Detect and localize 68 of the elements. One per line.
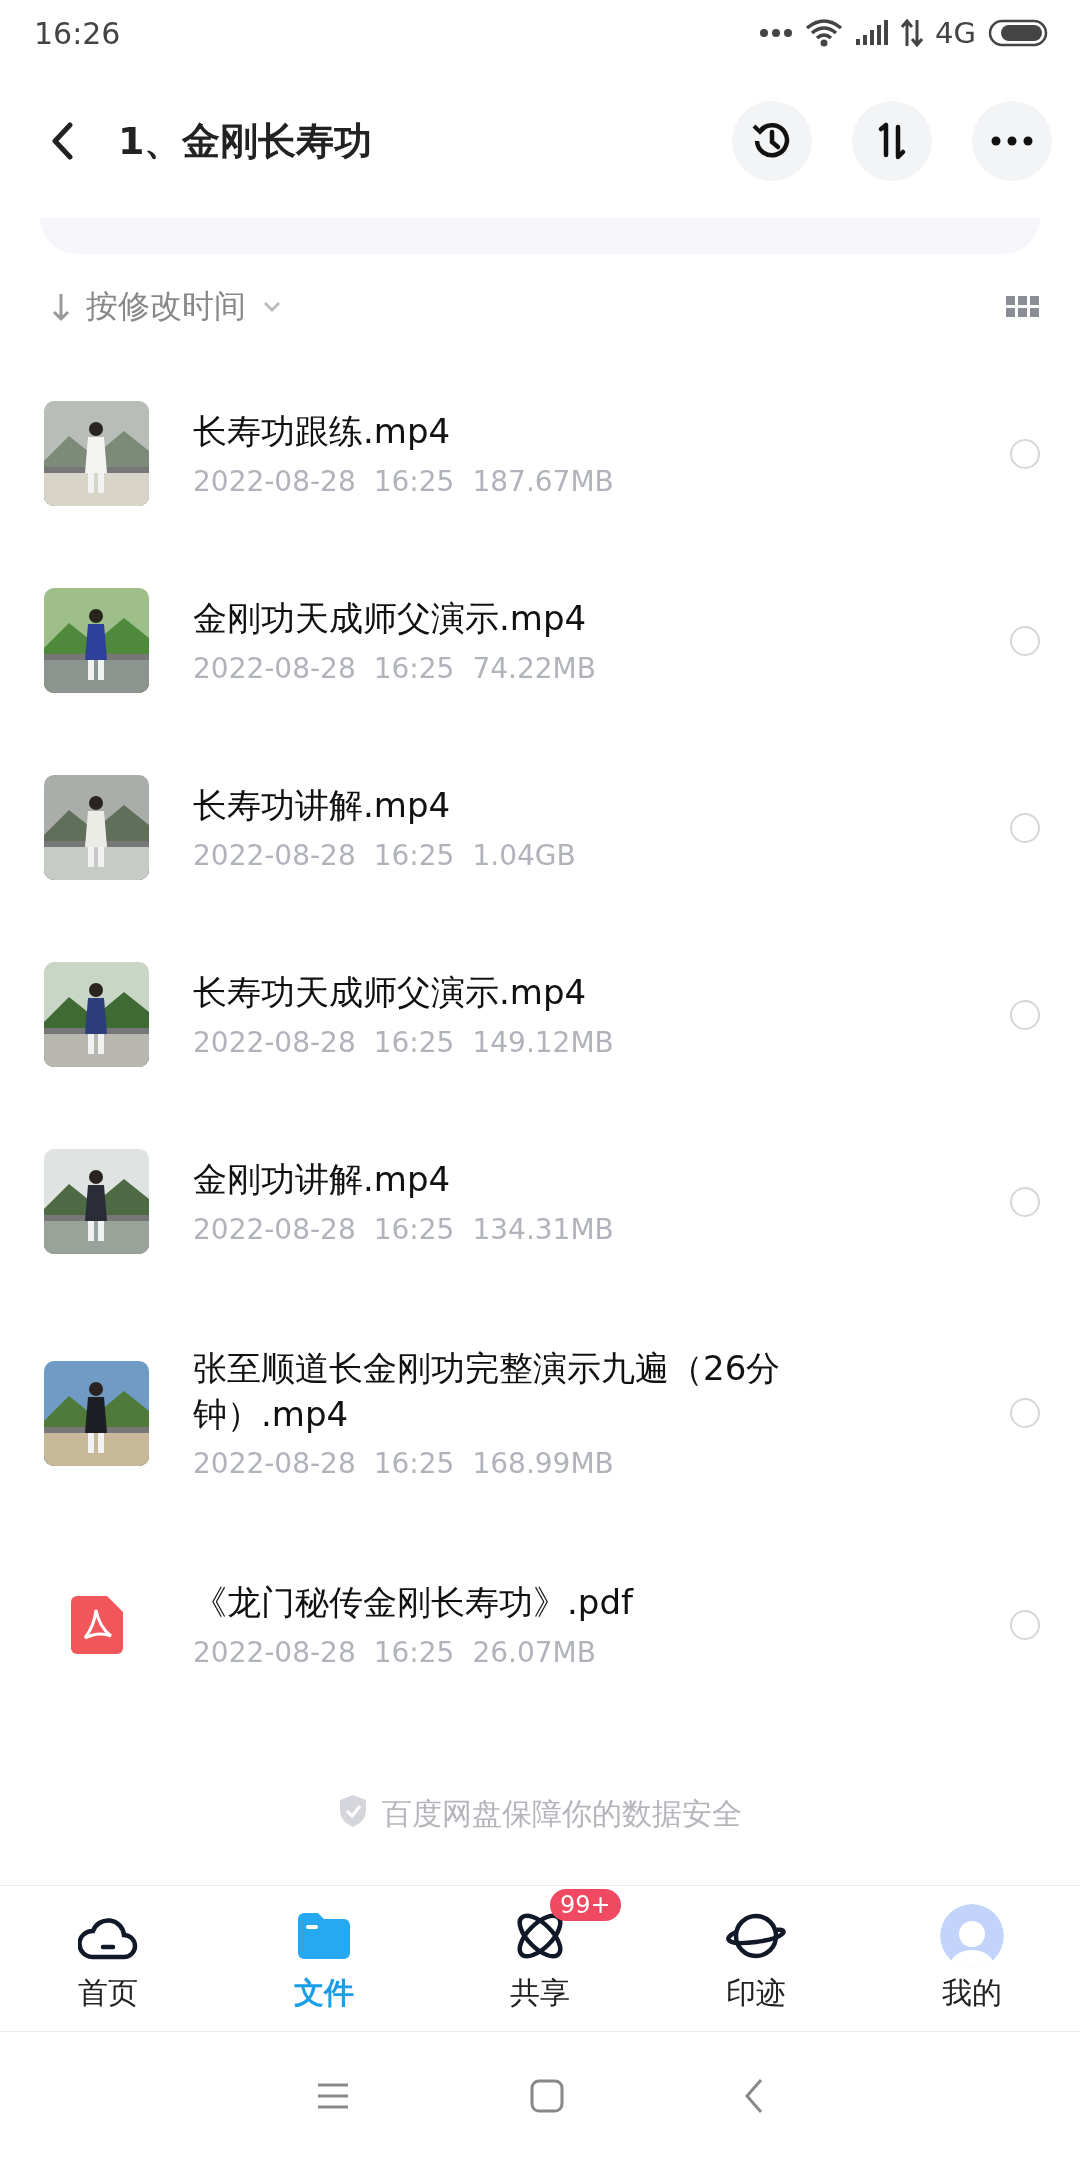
battery-icon [988,19,1050,47]
file-row[interactable]: 长寿功天成师父演示.mp4 2022-08-28 16:25 149.12MB [0,921,1080,1108]
more-icon [759,28,794,38]
file-row[interactable]: 张至顺道长金刚功完整演示九遍（26分钟）.mp4 2022-08-28 16:25 168.99MB [0,1295,1080,1531]
file-name: 金刚功天成师父演示.mp4 [193,597,588,641]
file-time: 16:25 [373,651,455,685]
file-size: 168.99MB [472,1447,614,1481]
file-name: 张至顺道长金刚功完整演示九遍（26分钟）.mp4 [193,1346,782,1436]
nav-tab[interactable]: 印迹 [648,1886,864,2031]
more-icon [990,136,1034,146]
status-time: 16:26 [34,15,121,51]
file-size: 74.22MB [472,651,596,685]
file-name: 长寿功天成师父演示.mp4 [193,971,588,1015]
arrow-down-icon [52,292,70,322]
file-date: 2022-08-28 [193,464,356,498]
nav-tab[interactable]: 首页 [0,1886,216,2031]
home-icon[interactable] [530,2079,564,2113]
select-radio[interactable] [1010,625,1040,656]
nav-tab[interactable]: 99+ 共享 [432,1886,648,2031]
notification-badge: 99+ [550,1889,621,1921]
file-time: 16:25 [373,1025,455,1059]
file-size: 187.67MB [472,464,614,498]
back-icon[interactable] [50,122,74,160]
file-time: 16:25 [373,1635,455,1669]
file-row[interactable]: 金刚功讲解.mp4 2022-08-28 16:25 134.31MB [0,1108,1080,1295]
file-row[interactable]: 金刚功天成师父演示.mp4 2022-08-28 16:25 74.22MB [0,547,1080,734]
file-date: 2022-08-28 [193,838,356,872]
grid-view-icon[interactable] [1006,296,1040,318]
shield-icon [338,1794,368,1828]
folder-icon [296,1911,352,1961]
file-date: 2022-08-28 [193,1447,356,1481]
file-time: 16:25 [373,1212,455,1246]
file-row[interactable]: 长寿功讲解.mp4 2022-08-28 16:25 1.04GB [0,734,1080,921]
select-radio[interactable] [1010,1398,1040,1428]
pdf-icon [70,1595,123,1654]
select-radio[interactable] [1010,1609,1040,1640]
file-size: 134.31MB [472,1212,614,1246]
file-size: 1.04GB [472,838,576,872]
nav-tab[interactable]: 我的 [864,1886,1080,2031]
select-radio[interactable] [1010,438,1040,469]
file-name: 《龙门秘传金刚长寿功》.pdf [193,1581,635,1625]
file-date: 2022-08-28 [193,1025,356,1059]
folder-title: 1、金刚长寿功 [118,117,374,165]
caret-icon [262,301,282,313]
select-radio[interactable] [1010,1186,1040,1217]
file-name: 长寿功讲解.mp4 [193,784,452,828]
file-time: 16:25 [373,464,455,498]
select-radio[interactable] [1010,999,1040,1030]
avatar-icon [940,1904,1004,1968]
file-name: 金刚功讲解.mp4 [193,1158,452,1202]
data-arrows-icon [901,19,924,47]
menu-icon[interactable] [316,2082,350,2110]
file-row[interactable]: 长寿功跟练.mp4 2022-08-28 16:25 187.67MB [0,360,1080,547]
file-time: 16:25 [373,838,455,872]
file-size: 149.12MB [472,1025,614,1059]
network-type: 4G [935,16,976,50]
select-radio[interactable] [1010,812,1040,843]
sort-dropdown[interactable]: 按修改时间 [52,285,282,329]
file-time: 16:25 [373,1447,455,1481]
security-note: 百度网盘保障你的数据安全 [382,1795,742,1833]
file-date: 2022-08-28 [193,651,356,685]
file-date: 2022-08-28 [193,1635,356,1669]
signal-icon [855,20,890,46]
file-size: 26.07MB [472,1635,596,1669]
wifi-icon [805,18,844,48]
file-date: 2022-08-28 [193,1212,356,1246]
file-name: 长寿功跟练.mp4 [193,410,452,454]
file-row[interactable]: 《龙门秘传金刚长寿功》.pdf 2022-08-28 16:25 26.07MB [0,1531,1080,1718]
